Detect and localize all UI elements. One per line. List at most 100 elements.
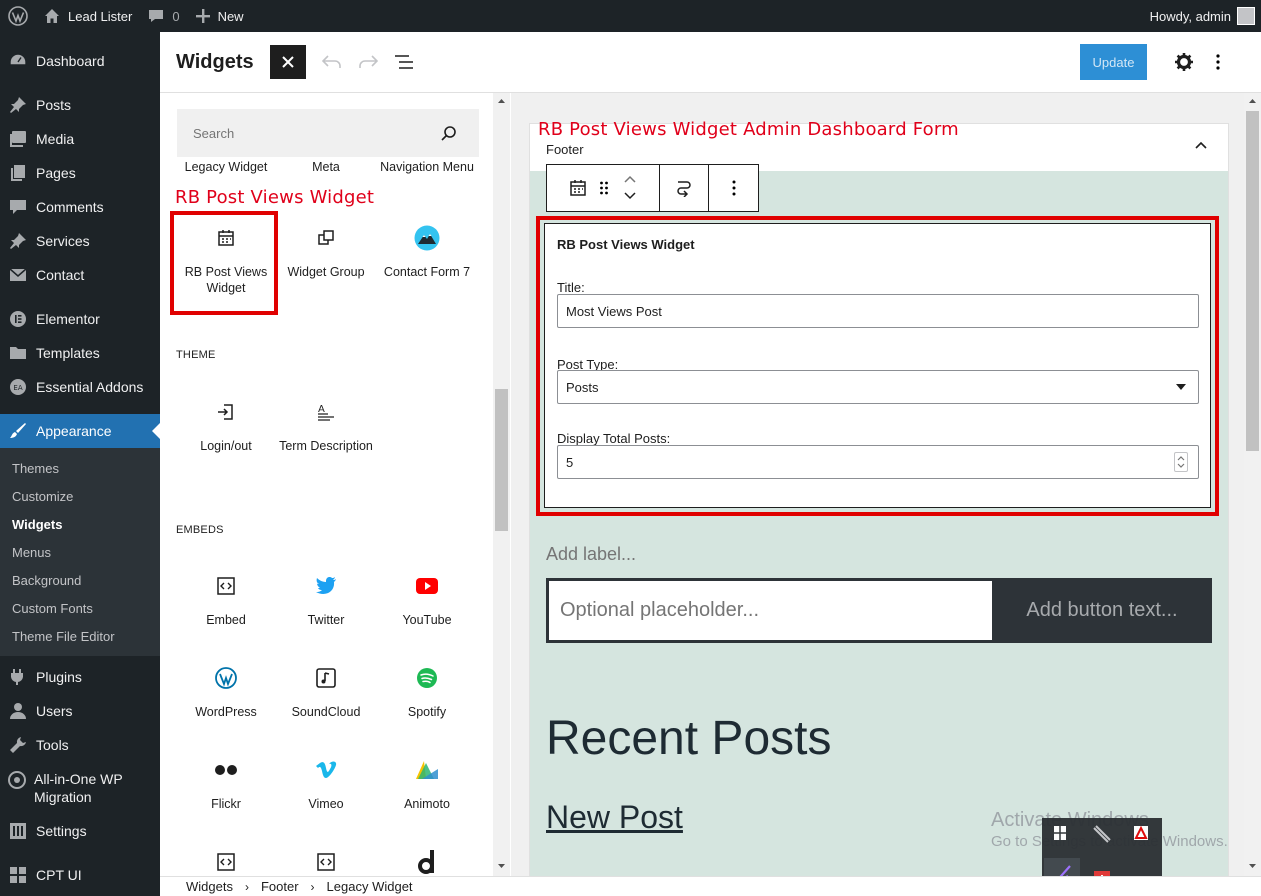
post-type-select[interactable]: Posts bbox=[557, 370, 1199, 404]
sidebar-item-elementor[interactable]: Elementor bbox=[0, 302, 160, 336]
scrollbar-thumb[interactable] bbox=[1246, 111, 1259, 451]
sidebar-item-dashboard[interactable]: Dashboard bbox=[0, 44, 160, 78]
post-link[interactable]: New Post bbox=[546, 799, 683, 836]
undo-button[interactable] bbox=[314, 44, 350, 80]
block-widget-group[interactable]: Widget Group bbox=[276, 226, 376, 280]
block-label: Twitter bbox=[307, 613, 345, 627]
brush-icon bbox=[8, 421, 28, 441]
title-input[interactable]: Most Views Post bbox=[557, 294, 1199, 328]
submenu-themes[interactable]: Themes bbox=[0, 454, 160, 482]
drag-handle-icon[interactable] bbox=[599, 180, 609, 196]
total-posts-value: 5 bbox=[566, 454, 574, 470]
block-animoto[interactable]: Animoto bbox=[377, 758, 477, 812]
search-block-label[interactable]: Add label... bbox=[546, 544, 636, 565]
calendar-icon[interactable] bbox=[569, 179, 587, 197]
sidebar-item-pages[interactable]: Pages bbox=[0, 156, 160, 190]
sidebar-label: Contact bbox=[36, 267, 85, 283]
submenu-theme-file-editor[interactable]: Theme File Editor bbox=[0, 622, 160, 650]
sidebar-item-tools[interactable]: Tools bbox=[0, 728, 160, 762]
widget-canvas: Footer RB Post Views Widget Admin Dashbo… bbox=[511, 93, 1244, 876]
site-name-link[interactable]: Lead Lister bbox=[36, 0, 140, 32]
folder-icon bbox=[8, 343, 28, 363]
new-label: New bbox=[217, 8, 244, 24]
sidebar-item-templates[interactable]: Templates bbox=[0, 336, 160, 370]
search-block-button[interactable]: Add button text... bbox=[992, 578, 1212, 643]
sidebar-label: CPT UI bbox=[36, 867, 82, 883]
media-icon bbox=[8, 129, 28, 149]
migration-icon bbox=[8, 770, 26, 790]
block-search-input[interactable]: Search bbox=[177, 109, 479, 157]
sidebar-item-essential-addons[interactable]: EA Essential Addons bbox=[0, 370, 160, 404]
canvas-scrollbar[interactable] bbox=[1244, 93, 1261, 876]
block-label: Login/out bbox=[200, 439, 252, 453]
sidebar-item-media[interactable]: Media bbox=[0, 122, 160, 156]
submenu-widgets[interactable]: Widgets bbox=[0, 510, 160, 538]
block-label: Navigation Menu bbox=[380, 160, 474, 174]
sidebar-item-posts[interactable]: Posts bbox=[0, 88, 160, 122]
block-meta[interactable]: Meta bbox=[276, 159, 376, 175]
undo-icon bbox=[322, 55, 342, 69]
submenu-menus[interactable]: Menus bbox=[0, 538, 160, 566]
block-wordpress[interactable]: WordPress bbox=[176, 666, 276, 720]
close-inserter-button[interactable] bbox=[270, 45, 306, 79]
block-options-button[interactable] bbox=[709, 165, 758, 211]
total-posts-input[interactable]: 5 bbox=[557, 445, 1199, 479]
block-youtube[interactable]: YouTube bbox=[377, 574, 477, 628]
block-login-out[interactable]: Login/out bbox=[176, 400, 276, 454]
submenu-custom-fonts[interactable]: Custom Fonts bbox=[0, 594, 160, 622]
comments-link[interactable]: 0 bbox=[140, 0, 187, 32]
sidebar-label: Plugins bbox=[36, 669, 82, 685]
sidebar-item-users[interactable]: Users bbox=[0, 694, 160, 728]
block-vimeo[interactable]: Vimeo bbox=[276, 758, 376, 812]
breadcrumb-footer[interactable]: Footer bbox=[261, 879, 299, 894]
search-block-input[interactable]: Optional placeholder... bbox=[546, 578, 992, 643]
block-label: Meta bbox=[312, 160, 340, 174]
chevron-up-icon[interactable] bbox=[1194, 140, 1208, 150]
submenu-background[interactable]: Background bbox=[0, 566, 160, 594]
block-rb-post-views-widget[interactable]: RB Post Views Widget bbox=[176, 226, 276, 296]
category-theme: THEME bbox=[176, 349, 216, 361]
scrollbar-thumb[interactable] bbox=[495, 389, 508, 531]
dashboard-icon bbox=[8, 51, 28, 71]
block-dailymotion[interactable] bbox=[377, 850, 477, 876]
move-up-down-icon[interactable] bbox=[623, 174, 637, 202]
breadcrumb-legacy-widget[interactable]: Legacy Widget bbox=[327, 879, 413, 894]
inserter-scrollbar[interactable] bbox=[493, 93, 510, 876]
block-legacy-widget[interactable]: Legacy Widget bbox=[176, 159, 276, 175]
sidebar-label: Services bbox=[36, 233, 90, 249]
sidebar-item-all-in-one-wp-migration[interactable]: All-in-One WP Migration bbox=[0, 762, 160, 814]
sidebar-item-plugins[interactable]: Plugins bbox=[0, 660, 160, 694]
sidebar-item-appearance[interactable]: Appearance bbox=[0, 414, 160, 448]
block-twitter[interactable]: Twitter bbox=[276, 574, 376, 628]
transform-button[interactable] bbox=[660, 165, 709, 211]
block-navigation-menu[interactable]: Navigation Menu bbox=[377, 159, 477, 175]
settings-button[interactable] bbox=[1166, 44, 1202, 80]
wp-logo-icon[interactable] bbox=[0, 0, 36, 32]
block-embed-more[interactable] bbox=[176, 850, 276, 876]
sidebar-item-contact[interactable]: Contact bbox=[0, 258, 160, 292]
block-contact-form-7[interactable]: Contact Form 7 bbox=[377, 225, 477, 280]
my-account[interactable]: Howdy, admin bbox=[1150, 7, 1261, 25]
number-spinner[interactable] bbox=[1174, 452, 1188, 472]
list-view-button[interactable] bbox=[386, 44, 422, 80]
sidebar-item-settings[interactable]: Settings bbox=[0, 814, 160, 848]
block-embed-more-2[interactable] bbox=[276, 850, 376, 876]
breadcrumb-widgets[interactable]: Widgets bbox=[186, 879, 233, 894]
options-button[interactable] bbox=[1200, 44, 1236, 80]
sidebar-item-comments[interactable]: Comments bbox=[0, 190, 160, 224]
block-spotify[interactable]: Spotify bbox=[377, 666, 477, 720]
update-button[interactable]: Update bbox=[1080, 44, 1147, 80]
sidebar-item-services[interactable]: Services bbox=[0, 224, 160, 258]
block-term-description[interactable]: A Term Description bbox=[276, 400, 376, 454]
pages-icon bbox=[8, 163, 28, 183]
dailymotion-icon bbox=[377, 850, 477, 874]
redo-button[interactable] bbox=[350, 44, 386, 80]
block-soundcloud[interactable]: SoundCloud bbox=[276, 666, 376, 720]
new-content-link[interactable]: New bbox=[188, 0, 252, 32]
sidebar-item-cpt-ui[interactable]: CPT UI bbox=[0, 858, 160, 892]
block-embed[interactable]: Embed bbox=[176, 574, 276, 628]
sidebar-label: Users bbox=[36, 703, 73, 719]
submenu-customize[interactable]: Customize bbox=[0, 482, 160, 510]
youtube-icon bbox=[377, 574, 477, 598]
block-flickr[interactable]: Flickr bbox=[176, 758, 276, 812]
